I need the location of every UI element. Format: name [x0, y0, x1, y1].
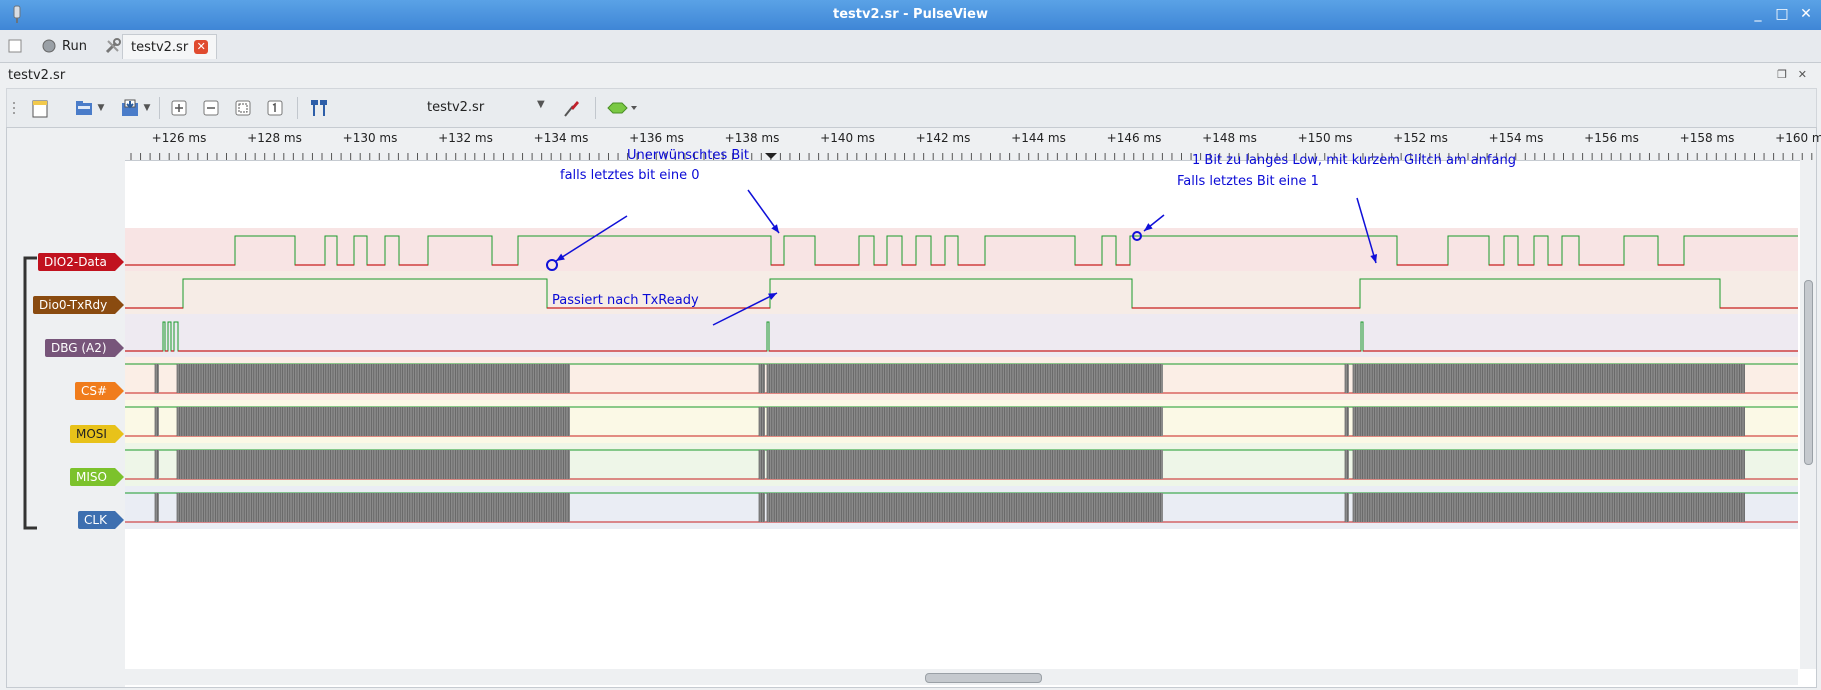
annotation-after-txready: Passiert nach TxReady	[552, 293, 699, 308]
minimize-button[interactable]: _	[1751, 6, 1765, 22]
channel-label-clk[interactable]: CLK	[78, 511, 124, 529]
open-menu-arrow[interactable]: ▼	[95, 95, 107, 121]
horizontal-scroll-thumb[interactable]	[925, 673, 1042, 683]
cursor-markers-icon	[311, 100, 327, 116]
vertical-scroll-thumb[interactable]	[1804, 280, 1813, 465]
title-bar: testv2.sr - PulseView _ □ ✕	[0, 0, 1821, 30]
dense-signal-burst	[1345, 493, 1349, 522]
probe-config-button[interactable]	[559, 95, 583, 121]
zoom-in-button[interactable]	[167, 95, 191, 121]
annotation-last-bit-one: Falls letztes Bit eine 1	[1177, 174, 1319, 189]
dense-signal-burst	[1353, 364, 1745, 393]
tab-testv2[interactable]: testv2.sr ✕	[122, 34, 218, 59]
main-toolbar: ▼ ▼ testv2.sr ▼	[6, 88, 1817, 128]
dense-signal-burst	[1345, 364, 1349, 393]
decoder-icon	[607, 102, 637, 114]
folder-icon	[76, 101, 92, 115]
maximize-button[interactable]: □	[1775, 6, 1789, 22]
dense-signal-burst	[1353, 450, 1745, 479]
add-decoder-button[interactable]	[605, 95, 639, 121]
close-tab-icon[interactable]: ✕	[194, 40, 209, 54]
dense-signal-burst	[155, 493, 159, 522]
dense-signal-burst	[155, 450, 159, 479]
dense-signal-burst	[1345, 450, 1349, 479]
checkbox-icon	[8, 39, 22, 53]
record-circle-icon	[42, 39, 56, 53]
channel-label-dio0-txrdy[interactable]: Dio0-TxRdy	[33, 296, 125, 314]
annotation-unwanted-bit: Unerwünschtes Bit	[627, 148, 749, 163]
trace-view[interactable]: +126 ms +128 ms +130 ms +132 ms +134 ms +136 …	[6, 127, 1821, 688]
run-button[interactable]: Run	[42, 34, 87, 58]
save-icon	[122, 99, 138, 116]
annotation-long-low: 1 Bit zu langes Low, mit kurzem Glitch a…	[1192, 153, 1516, 168]
dense-signal-burst	[767, 450, 1163, 479]
vertical-scrollbar[interactable]	[1800, 160, 1816, 669]
new-document-icon	[32, 100, 48, 118]
open-button[interactable]	[71, 95, 97, 121]
dense-signal-burst	[155, 407, 159, 436]
tools-icon	[105, 38, 121, 54]
dense-signal-burst	[767, 407, 1163, 436]
zoom-fit-button[interactable]	[231, 95, 255, 121]
save-button[interactable]	[117, 95, 143, 121]
dense-signal-burst	[1345, 407, 1349, 436]
time-ruler[interactable]: +126 ms +128 ms +130 ms +132 ms +134 ms +136 …	[125, 128, 1821, 161]
zoom-in-icon	[171, 100, 187, 116]
run-label: Run	[62, 38, 87, 54]
zoom-one-to-one-button[interactable]	[263, 95, 287, 121]
channel-label-dbg-a2[interactable]: DBG (A2)	[45, 339, 124, 357]
trace-row-background	[125, 271, 1798, 314]
save-menu-arrow[interactable]: ▼	[141, 95, 153, 121]
channel-label-dio2-data[interactable]: DIO2-Data	[38, 253, 124, 271]
zoom-out-button[interactable]	[199, 95, 223, 121]
device-selector[interactable]: testv2.sr	[427, 100, 484, 115]
tab-label: testv2.sr	[131, 39, 189, 55]
new-session-button[interactable]	[8, 34, 22, 58]
toolbar-grip[interactable]	[11, 95, 17, 121]
channel-label-miso[interactable]: MISO	[70, 468, 124, 486]
zoom-original-icon	[267, 100, 283, 116]
channel-label-cs[interactable]: CS#	[75, 382, 125, 400]
dense-signal-burst	[1353, 493, 1745, 522]
annotation-last-bit-zero: falls letztes bit eine 0	[560, 168, 700, 183]
close-session-icon[interactable]: ✕	[1798, 68, 1807, 81]
waveform-area[interactable]	[7, 160, 1798, 669]
trigger-marker[interactable]	[765, 153, 777, 159]
undock-icon[interactable]: ❐	[1777, 68, 1787, 81]
close-window-button[interactable]: ✕	[1799, 6, 1813, 22]
zoom-fit-icon	[235, 100, 251, 116]
session-label: testv2.sr	[8, 68, 66, 83]
probe-icon	[564, 101, 579, 117]
device-selector-arrow[interactable]: ▼	[537, 99, 545, 110]
dense-signal-burst	[767, 493, 1163, 522]
dense-signal-burst	[155, 364, 159, 393]
device-settings-button[interactable]	[104, 34, 122, 58]
session-header: testv2.sr ❐ ✕	[0, 63, 1821, 87]
cursor-toggle-button[interactable]	[305, 95, 333, 121]
dense-signal-burst	[767, 364, 1163, 393]
zoom-out-icon	[203, 100, 219, 116]
tab-bar: Run testv2.sr ✕	[0, 30, 1821, 63]
channel-label-mosi[interactable]: MOSI	[70, 425, 124, 443]
new-view-button[interactable]	[27, 95, 53, 121]
dense-signal-burst	[1353, 407, 1745, 436]
horizontal-scrollbar[interactable]	[125, 669, 1798, 685]
window-title: testv2.sr - PulseView	[833, 7, 988, 22]
